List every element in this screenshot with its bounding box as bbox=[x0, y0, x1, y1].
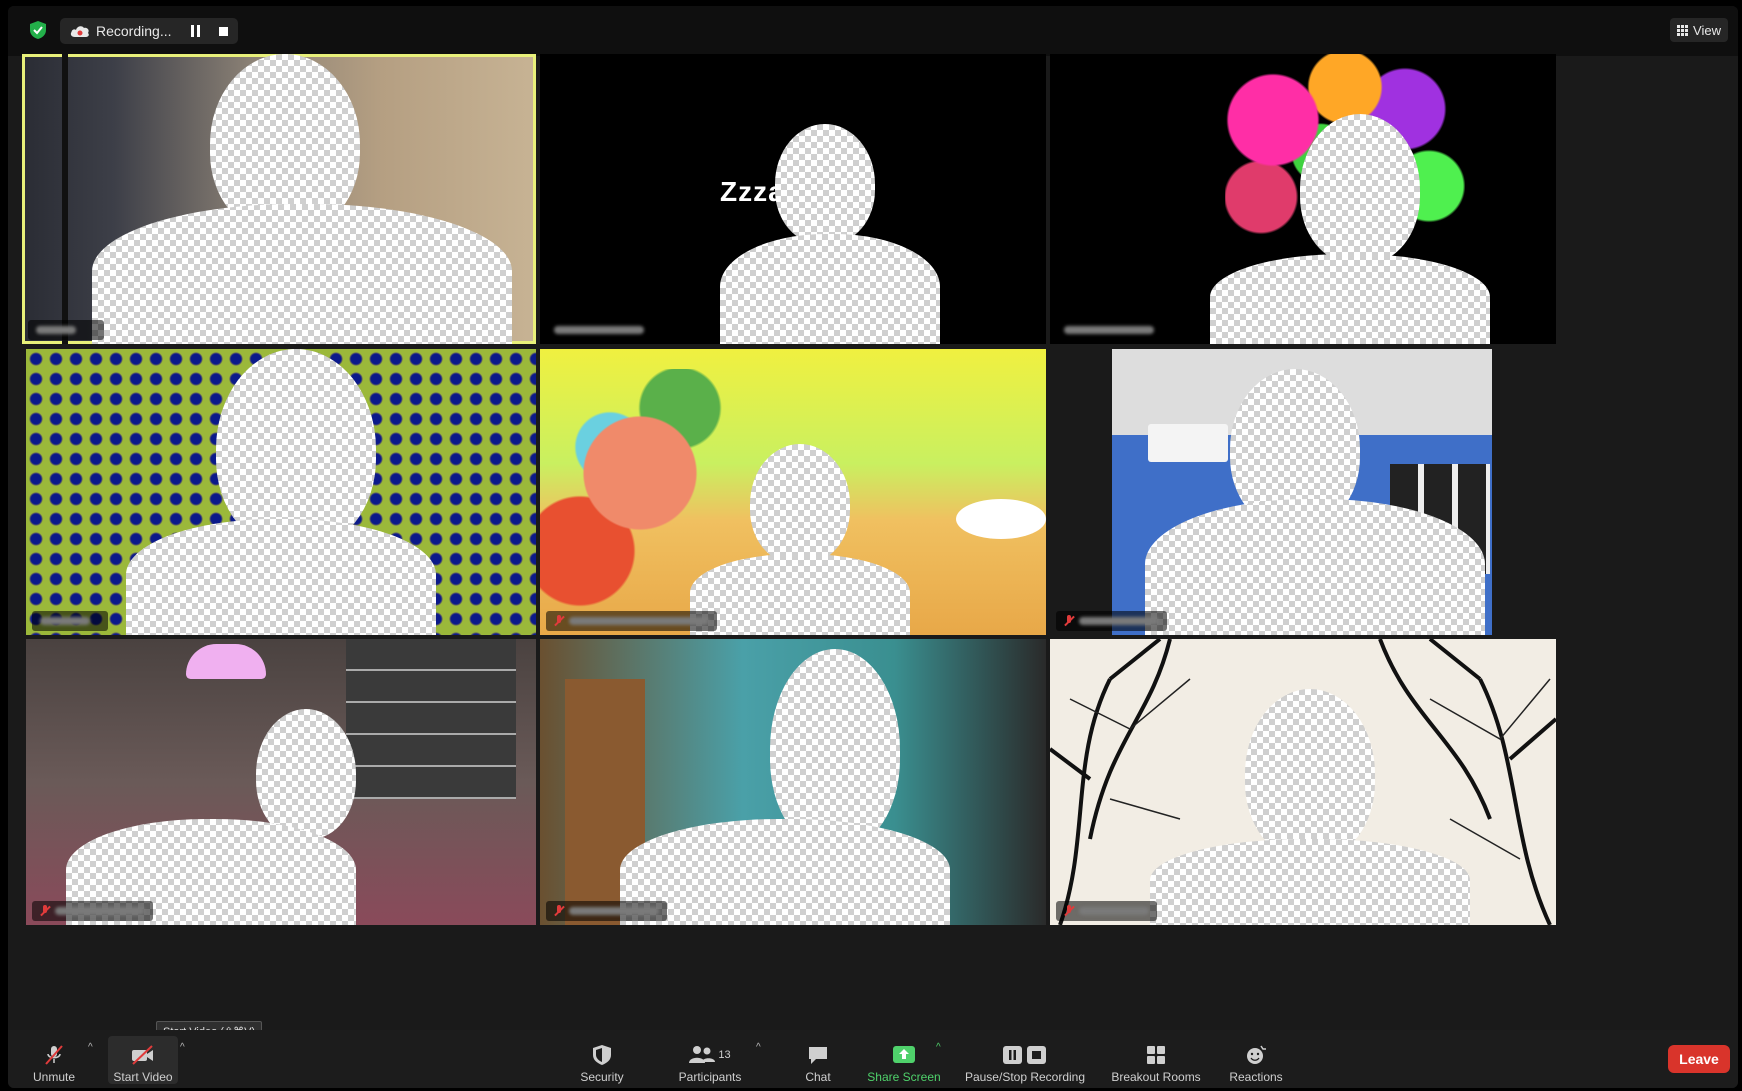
video-tile-6[interactable] bbox=[1050, 349, 1556, 635]
start-video-button[interactable]: Start Video bbox=[108, 1036, 178, 1084]
participant-silhouette bbox=[66, 709, 356, 925]
muted-mic-icon bbox=[40, 905, 50, 917]
gallery-grid-icon bbox=[1677, 24, 1689, 36]
view-label: View bbox=[1693, 22, 1721, 38]
video-tile-7[interactable] bbox=[26, 639, 536, 925]
video-options-chevron-icon[interactable]: ^ bbox=[180, 1042, 185, 1053]
reactions-button[interactable]: Reactions bbox=[1226, 1036, 1286, 1084]
muted-mic-icon bbox=[554, 615, 564, 627]
security-shield-icon bbox=[30, 21, 46, 39]
unmute-button[interactable]: Unmute bbox=[26, 1036, 82, 1084]
participant-silhouette bbox=[126, 349, 446, 635]
recording-label: Recording... bbox=[96, 23, 172, 39]
muted-mic-icon bbox=[1064, 615, 1074, 627]
participant-silhouette bbox=[1210, 114, 1500, 344]
muted-mic-icon bbox=[41, 1044, 67, 1066]
participant-name-label bbox=[1056, 901, 1157, 921]
breakout-grid-icon bbox=[1143, 1044, 1169, 1066]
participant-silhouette bbox=[620, 649, 950, 925]
start-video-label: Start Video bbox=[113, 1070, 173, 1084]
participant-name-label bbox=[1056, 320, 1162, 340]
share-options-chevron-icon[interactable]: ^ bbox=[936, 1042, 941, 1053]
participant-name-label bbox=[546, 320, 652, 340]
share-screen-button[interactable]: Share Screen bbox=[864, 1036, 944, 1084]
participant-name-label bbox=[1056, 611, 1167, 631]
participant-silhouette bbox=[690, 444, 910, 635]
participants-icon: 13 bbox=[685, 1044, 735, 1066]
video-tile-5[interactable] bbox=[540, 349, 1046, 635]
view-button[interactable]: View bbox=[1670, 18, 1728, 42]
share-screen-icon bbox=[891, 1044, 917, 1066]
white-cloud bbox=[956, 499, 1046, 539]
chat-button[interactable]: Chat bbox=[798, 1036, 838, 1084]
video-tile-1[interactable] bbox=[22, 54, 536, 344]
cloud-recording-icon bbox=[70, 26, 89, 37]
participant-name-label bbox=[546, 901, 667, 921]
unmute-label: Unmute bbox=[32, 1070, 76, 1084]
participant-silhouette bbox=[1145, 369, 1485, 635]
chat-bubble-icon bbox=[805, 1044, 831, 1066]
breakout-rooms-label: Breakout Rooms bbox=[1111, 1070, 1201, 1084]
audio-options-chevron-icon[interactable]: ^ bbox=[88, 1042, 93, 1053]
breakout-rooms-button[interactable]: Breakout Rooms bbox=[1108, 1036, 1204, 1084]
security-label: Security bbox=[580, 1070, 624, 1084]
video-tile-4[interactable] bbox=[26, 349, 536, 635]
top-bar: Recording... View bbox=[8, 6, 1738, 56]
participant-name-label bbox=[28, 320, 104, 340]
pause-recording-button[interactable] bbox=[191, 25, 201, 37]
participants-label: Participants bbox=[678, 1070, 742, 1084]
reactions-smiley-icon bbox=[1243, 1044, 1269, 1066]
reactions-label: Reactions bbox=[1229, 1070, 1283, 1084]
lamp bbox=[186, 644, 266, 679]
security-button[interactable]: Security bbox=[574, 1036, 630, 1084]
recording-indicator[interactable]: Recording... bbox=[60, 18, 238, 44]
participants-count: 13 bbox=[718, 1049, 731, 1061]
meeting-toolbar: Unmute ^ Start Video ^ Security 13 Parti… bbox=[8, 1030, 1738, 1088]
participants-options-chevron-icon[interactable]: ^ bbox=[756, 1042, 761, 1053]
video-tile-3[interactable] bbox=[1050, 54, 1556, 344]
participant-silhouette bbox=[1150, 689, 1470, 925]
video-off-icon bbox=[130, 1044, 156, 1066]
shelves bbox=[346, 639, 516, 799]
zoom-meeting-window: Recording... View Zzza Unmute ^ Start Vi… bbox=[8, 6, 1738, 1088]
muted-mic-icon bbox=[554, 905, 564, 917]
security-shield-icon bbox=[589, 1044, 615, 1066]
participant-name-label bbox=[32, 611, 108, 631]
video-tile-9[interactable] bbox=[1050, 639, 1556, 925]
chat-label: Chat bbox=[805, 1070, 831, 1084]
pause-stop-icon bbox=[1000, 1044, 1050, 1066]
participant-name-label bbox=[32, 901, 153, 921]
stop-recording-button[interactable] bbox=[219, 26, 229, 36]
video-tile-8[interactable] bbox=[540, 639, 1046, 925]
participant-name-label bbox=[546, 611, 717, 631]
video-tile-2[interactable]: Zzza bbox=[540, 54, 1046, 344]
muted-mic-icon bbox=[1064, 905, 1074, 917]
pause-stop-label: Pause/Stop Recording bbox=[964, 1070, 1086, 1084]
pause-stop-recording-button[interactable]: Pause/Stop Recording bbox=[960, 1036, 1090, 1084]
participants-button[interactable]: 13 Participants bbox=[672, 1036, 748, 1084]
participant-silhouette bbox=[720, 124, 950, 344]
leave-button[interactable]: Leave bbox=[1668, 1045, 1730, 1073]
share-screen-label: Share Screen bbox=[867, 1070, 941, 1084]
participant-silhouette bbox=[92, 54, 532, 344]
